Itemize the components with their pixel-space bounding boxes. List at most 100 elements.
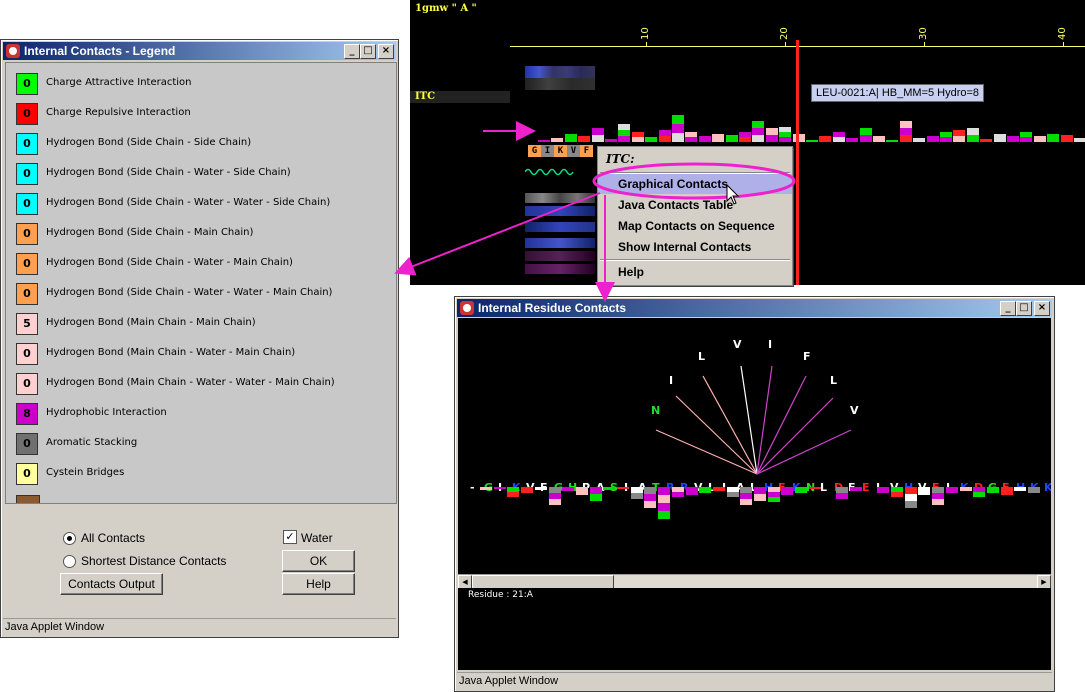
itc-bar-segment — [739, 132, 751, 137]
water-checkbox[interactable]: ✓ — [283, 530, 297, 544]
menu-title: ITC: — [606, 152, 635, 166]
heatmap-track — [525, 66, 595, 78]
itc-bar-segment — [779, 132, 792, 137]
itc-bar-segment — [672, 133, 684, 142]
legend-label: Hydrogen Bond (Side Chain - Water - Wate… — [46, 287, 333, 298]
all-contacts-radio[interactable] — [63, 532, 76, 545]
itc-bar-segment — [886, 140, 899, 142]
sequence-residue: L — [820, 481, 828, 494]
legend-color-box: 5 — [16, 313, 38, 335]
contact-bar-segment — [904, 494, 917, 501]
contact-bar-segment — [904, 487, 917, 494]
fan-residue-label: I — [669, 374, 674, 387]
fan-residue-label: I — [768, 338, 773, 351]
horizontal-scrollbar[interactable]: ◀ ▶ — [458, 574, 1051, 589]
legend-color-box: 0 — [16, 103, 38, 125]
contacts-canvas[interactable]: NILVIFLV -GIKVFGHPASIATRRVLIALHEKNLDFELV… — [458, 318, 1051, 574]
seq-letter[interactable]: G — [528, 145, 541, 157]
itc-bar-segment — [564, 134, 577, 142]
ok-button[interactable]: OK — [282, 550, 355, 572]
shortest-distance-label[interactable]: Shortest Distance Contacts — [81, 554, 226, 568]
menu-item-map-contacts[interactable]: Map Contacts on Sequence — [598, 216, 792, 236]
legend-color-box: 0 — [16, 223, 38, 245]
itc-bar-segment — [685, 132, 698, 137]
contact-bar-segment — [986, 487, 999, 493]
contact-bar-segment — [589, 494, 602, 501]
itc-bar-segment — [631, 137, 644, 142]
water-label[interactable]: Water — [301, 531, 333, 545]
seq-letter[interactable]: I — [541, 145, 554, 157]
legend-titlebar[interactable]: Internal Contacts - Legend _ □ × — [3, 42, 396, 60]
itc-bar-segment — [953, 130, 966, 136]
all-contacts-label[interactable]: All Contacts — [81, 531, 145, 545]
legend-list: 0 Charge Attractive Interaction 0 Charge Re… — [5, 62, 397, 504]
scroll-right-button[interactable]: ▶ — [1037, 575, 1051, 589]
legend-label: Hydrogen Bond (Main Chain - Water - Wate… — [46, 377, 335, 388]
seq-letter[interactable]: F — [580, 145, 593, 157]
contact-bar-segment — [493, 487, 506, 489]
contact-bar-segment — [754, 487, 766, 494]
itc-bar-segment — [591, 128, 604, 135]
internal-residue-contacts-window[interactable]: Internal Residue Contacts _ □ × N I L V I F L V… — [454, 296, 1055, 692]
legend-color-box: 0 — [16, 133, 38, 155]
itc-bar-segment — [899, 135, 912, 142]
contact-bar-segment — [644, 494, 657, 501]
contact-bar-segment — [699, 487, 712, 493]
itc-bar-segment — [658, 136, 671, 142]
legend-label: Charge Repulsive Interaction — [46, 107, 191, 118]
minimize-button[interactable]: _ — [344, 44, 360, 59]
menu-item-graphical-contacts[interactable]: Graphical Contacts — [598, 174, 792, 194]
viewer-title: 1gmw " A " — [415, 3, 477, 14]
contact-bar-segment — [1014, 487, 1027, 491]
legend-color-box: 0 — [16, 283, 38, 305]
contacts-output-button[interactable]: Contacts Output — [60, 573, 163, 595]
contact-bar-segment — [712, 487, 725, 491]
contact-bar-segment — [959, 487, 972, 491]
itc-bar-segment — [578, 136, 591, 142]
minimize-button[interactable]: _ — [1000, 301, 1016, 316]
itc-bar-segment — [940, 132, 952, 137]
menu-item-help[interactable]: Help — [598, 262, 792, 282]
legend-label: Hydrogen Bond (Side Chain - Main Chain) — [46, 227, 254, 238]
ruler-label-20: 20 — [779, 27, 790, 40]
heatmap-track — [525, 206, 595, 216]
seq-letter[interactable]: V — [567, 145, 580, 157]
scroll-thumb[interactable] — [472, 575, 614, 589]
menu-item-java-contacts-table[interactable]: Java Contacts Table — [598, 195, 792, 215]
itc-bar-segment — [1020, 137, 1033, 142]
scroll-left-button[interactable]: ◀ — [458, 575, 472, 589]
itc-bar-segment — [765, 135, 778, 142]
menu-item-show-internal-contacts[interactable]: Show Internal Contacts — [598, 237, 792, 257]
itc-bar-segment — [752, 121, 765, 128]
itc-bar-segment — [966, 135, 979, 142]
itc-bar-segment — [913, 138, 926, 142]
sequence-residue: - — [470, 481, 475, 494]
contacts-titlebar[interactable]: Internal Residue Contacts _ □ × — [457, 299, 1052, 317]
maximize-button[interactable]: □ — [360, 44, 376, 59]
close-button[interactable]: × — [378, 44, 394, 59]
contact-bar-segment — [973, 492, 986, 497]
itc-bar-segment — [1060, 135, 1073, 142]
contact-bar-segment — [521, 487, 534, 493]
maximize-button[interactable]: □ — [1016, 301, 1032, 316]
itc-bar-segment — [779, 127, 792, 132]
legend-color-box: 0 — [16, 373, 38, 395]
ruler-label-10: 10 — [640, 27, 651, 40]
help-button[interactable]: Help — [282, 573, 355, 595]
shortest-distance-radio[interactable] — [63, 555, 76, 568]
legend-window[interactable]: Internal Contacts - Legend _ □ × 0 Charge… — [0, 39, 399, 638]
close-button[interactable]: × — [1034, 301, 1050, 316]
sequence-residue: E — [862, 481, 870, 494]
menu-separator — [600, 259, 790, 261]
itc-bar-segment — [618, 124, 631, 130]
ruler-tick — [924, 42, 925, 47]
heatmap-track — [525, 222, 595, 232]
itc-bar-segment — [806, 140, 818, 142]
itc-bar-segment — [779, 137, 792, 142]
itc-bar-segment — [631, 132, 644, 137]
seq-letter[interactable]: K — [554, 145, 567, 157]
ruler-label-40: 40 — [1057, 27, 1068, 40]
legend-label: Hydrogen Bond (Side Chain - Water - Main… — [46, 257, 293, 268]
sequence-residue: K — [1044, 481, 1051, 494]
itc-context-menu[interactable]: ITC: Graphical Contacts Java Contacts Ta… — [597, 146, 793, 286]
